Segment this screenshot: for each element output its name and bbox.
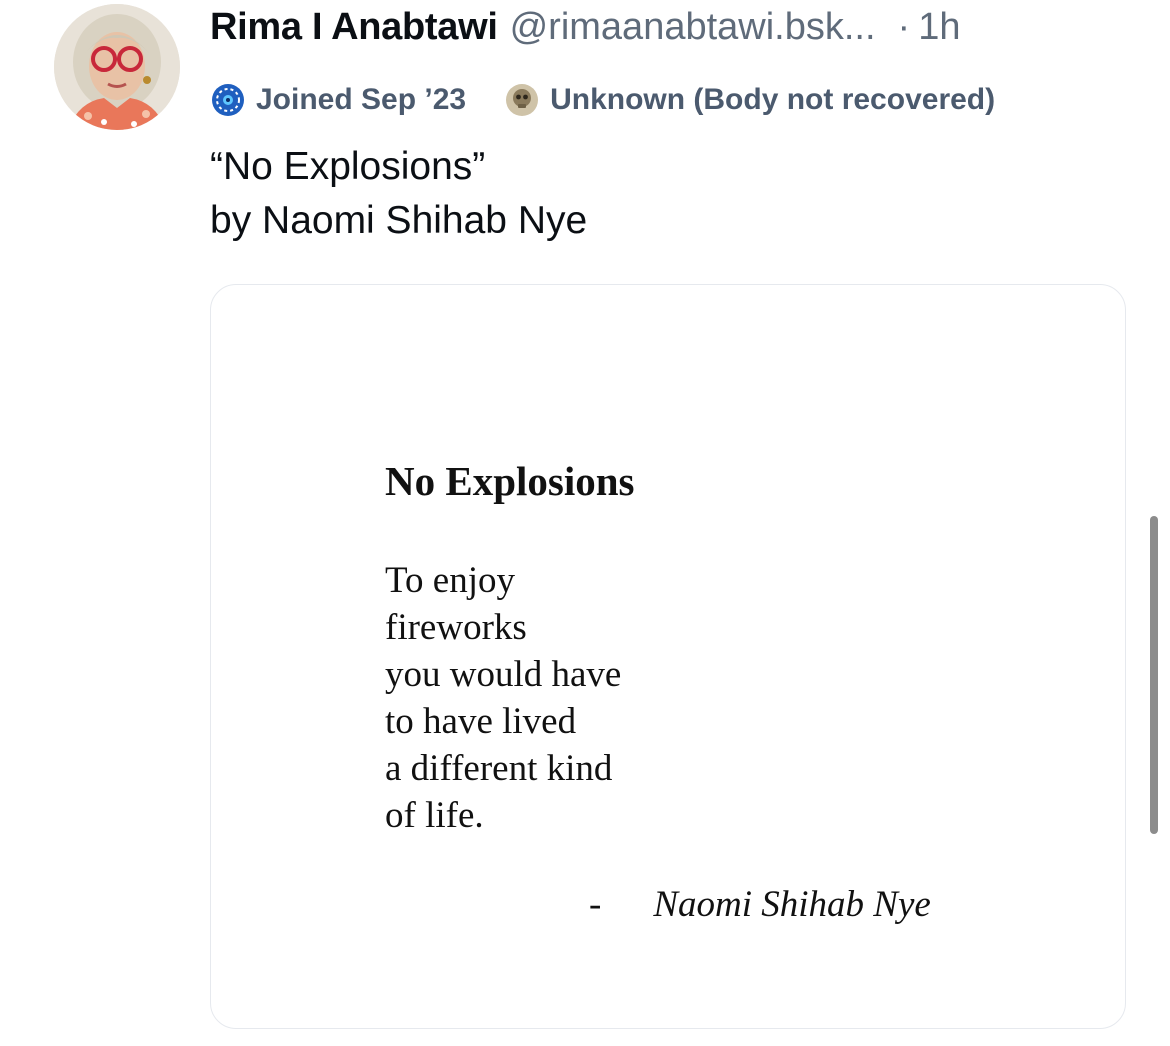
profile-badges: Joined Sep ’23 Unknown (Body not recover… xyxy=(210,78,995,122)
scrollbar-thumb[interactable] xyxy=(1150,516,1158,834)
signature-name: Naomi Shihab Nye xyxy=(653,884,931,925)
poem-line: you would have xyxy=(385,654,622,695)
author-handle[interactable]: @rimaanabtawi.bsk... xyxy=(510,6,876,49)
poem-body: To enjoy fireworks you would have to hav… xyxy=(385,557,621,839)
joined-badge: Joined Sep ’23 xyxy=(210,82,466,118)
post-text-line: “No Explosions” xyxy=(210,145,486,188)
skull-badge-icon xyxy=(504,82,540,118)
time-separator: · xyxy=(897,6,911,48)
status-badge: Unknown (Body not recovered) xyxy=(504,82,995,118)
poem-line: To enjoy xyxy=(385,560,515,601)
embedded-image-card[interactable]: No Explosions To enjoy fireworks you wou… xyxy=(210,284,1126,1029)
poem-line: of life. xyxy=(385,795,484,836)
poem-line: fireworks xyxy=(385,607,527,648)
poem-title: No Explosions xyxy=(385,458,635,504)
author-display-name[interactable]: Rima I Anabtawi xyxy=(210,6,498,49)
joined-badge-label: Joined Sep ’23 xyxy=(256,83,467,116)
globe-badge-icon xyxy=(210,82,246,118)
post-text-line: by Naomi Shihab Nye xyxy=(210,199,588,242)
poem-signature: - Naomi Shihab Nye xyxy=(589,883,931,926)
post-body: “No Explosions” by Naomi Shihab Nye xyxy=(210,140,587,248)
poem-line: a different kind xyxy=(385,748,613,789)
feed-post[interactable]: Rima I Anabtawi @rimaanabtawi.bsk... · 1… xyxy=(0,0,1170,1046)
post-header: Rima I Anabtawi @rimaanabtawi.bsk... · 1… xyxy=(210,6,1140,56)
status-badge-label: Unknown (Body not recovered) xyxy=(550,83,996,116)
poem-line: to have lived xyxy=(385,701,577,742)
post-timestamp[interactable]: 1h xyxy=(918,6,960,49)
signature-dash: - xyxy=(589,884,602,925)
author-avatar[interactable] xyxy=(54,4,180,130)
